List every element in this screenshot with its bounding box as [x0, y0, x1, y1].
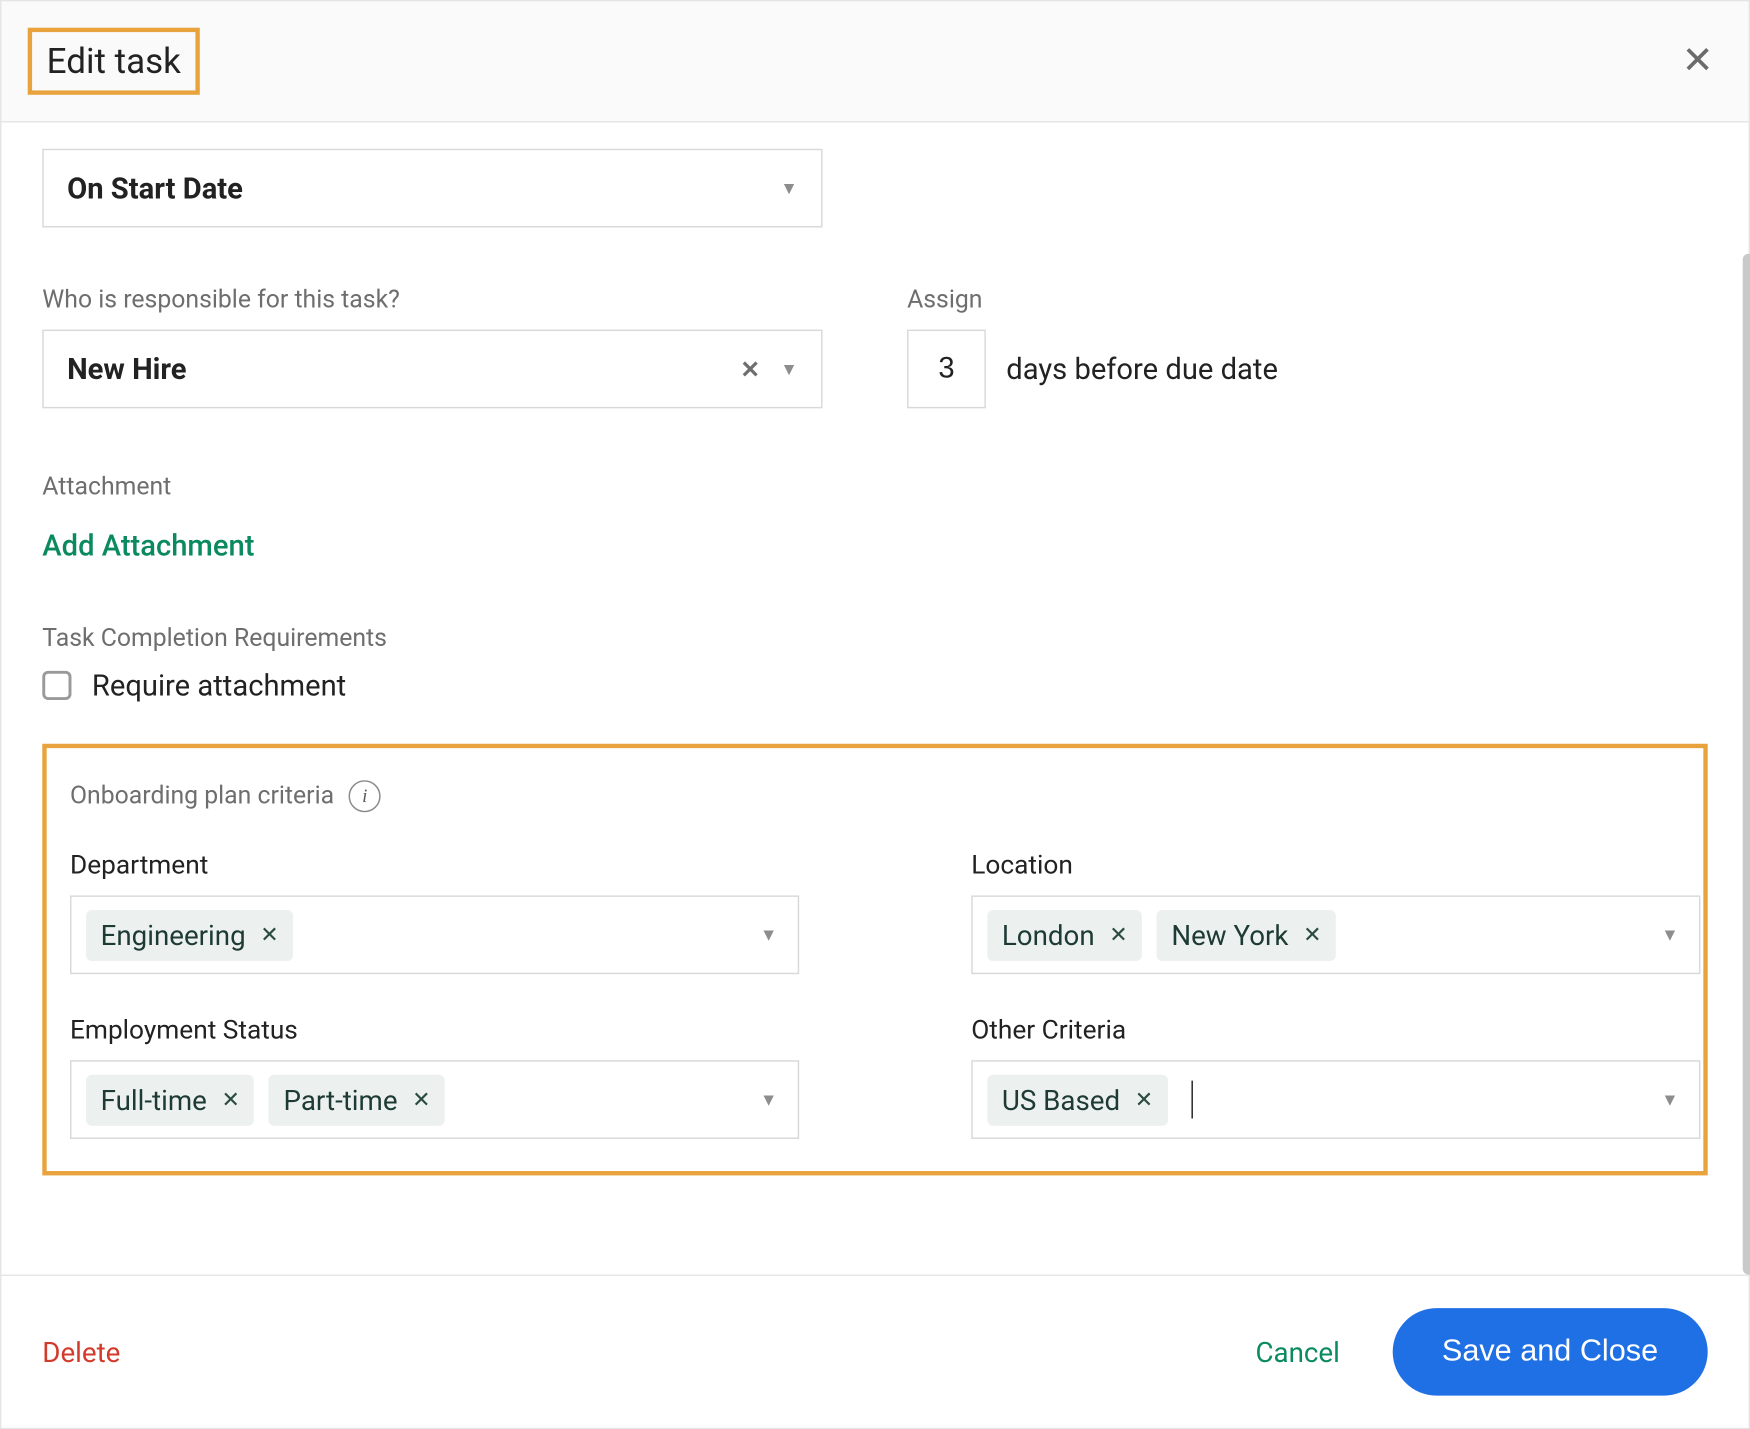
- other-criteria-combo[interactable]: US Based ✕ ▼: [971, 1060, 1700, 1139]
- tcr-label: Task Completion Requirements: [42, 624, 1707, 653]
- info-icon[interactable]: i: [349, 780, 381, 812]
- criteria-title: Onboarding plan criteria: [70, 782, 334, 811]
- chevron-down-icon: ▼: [760, 925, 777, 945]
- modal-footer: Delete Cancel Save and Close: [1, 1275, 1748, 1428]
- close-icon[interactable]: ✕: [1673, 34, 1722, 89]
- location-label: Location: [971, 850, 1700, 881]
- attachment-label: Attachment: [42, 472, 1707, 501]
- department-label: Department: [70, 850, 799, 881]
- remove-chip-icon[interactable]: ✕: [221, 1086, 239, 1112]
- assign-days-input[interactable]: [907, 330, 986, 409]
- due-date-row: On Start Date ▼: [42, 149, 1707, 228]
- location-combo[interactable]: London ✕ New York ✕ ▼: [971, 895, 1700, 974]
- location-chip: New York ✕: [1157, 909, 1336, 960]
- assign-suffix: days before due date: [1006, 351, 1278, 386]
- remove-chip-icon[interactable]: ✕: [412, 1086, 430, 1112]
- chevron-down-icon: ▼: [760, 1089, 777, 1109]
- department-combo[interactable]: Engineering ✕ ▼: [70, 895, 799, 974]
- title-highlight: Edit task: [28, 28, 200, 95]
- due-date-select[interactable]: On Start Date ▼: [42, 149, 822, 228]
- scrollbar-thumb[interactable]: [1743, 254, 1750, 1275]
- chevron-down-icon: ▼: [1661, 925, 1678, 945]
- responsible-select[interactable]: New Hire ✕ ▼: [42, 330, 822, 409]
- other-criteria-label: Other Criteria: [971, 1015, 1700, 1046]
- remove-chip-icon[interactable]: ✕: [1303, 922, 1321, 948]
- onboarding-criteria-section: Onboarding plan criteria i Department En…: [42, 744, 1707, 1176]
- chevron-down-icon: ▼: [780, 359, 797, 379]
- add-attachment-link[interactable]: Add Attachment: [42, 528, 254, 563]
- employment-status-label: Employment Status: [70, 1015, 799, 1046]
- remove-chip-icon[interactable]: ✕: [1109, 922, 1127, 948]
- cancel-button[interactable]: Cancel: [1255, 1335, 1339, 1369]
- delete-button[interactable]: Delete: [42, 1335, 120, 1369]
- responsible-label: Who is responsible for this task?: [42, 286, 822, 315]
- location-chip: London ✕: [987, 909, 1142, 960]
- employment-status-chip: Part-time ✕: [269, 1074, 445, 1125]
- save-and-close-button[interactable]: Save and Close: [1392, 1308, 1707, 1396]
- remove-chip-icon[interactable]: ✕: [260, 922, 278, 948]
- require-attachment-label: Require attachment: [92, 668, 346, 703]
- employment-status-combo[interactable]: Full-time ✕ Part-time ✕ ▼: [70, 1060, 799, 1139]
- clear-responsible-icon[interactable]: ✕: [740, 355, 760, 383]
- due-date-value: On Start Date: [67, 171, 243, 206]
- responsible-value: New Hire: [67, 351, 186, 386]
- employment-status-chip: Full-time ✕: [86, 1074, 254, 1125]
- chevron-down-icon: ▼: [1661, 1089, 1678, 1109]
- assign-label: Assign: [907, 286, 1278, 315]
- modal-body: On Start Date ▼ Who is responsible for t…: [1, 122, 1748, 1274]
- modal-title: Edit task: [47, 41, 181, 82]
- other-criteria-chip: US Based ✕: [987, 1074, 1167, 1125]
- edit-task-modal: Edit task ✕ On Start Date ▼ Who is respo…: [0, 0, 1750, 1429]
- require-attachment-checkbox[interactable]: [42, 671, 71, 700]
- remove-chip-icon[interactable]: ✕: [1135, 1086, 1153, 1112]
- modal-header: Edit task ✕: [1, 1, 1748, 122]
- text-cursor: [1191, 1081, 1192, 1119]
- chevron-down-icon: ▼: [780, 178, 797, 198]
- department-chip: Engineering ✕: [86, 909, 293, 960]
